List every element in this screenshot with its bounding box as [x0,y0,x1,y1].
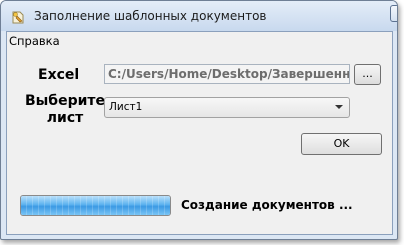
excel-label: Excel [38,67,80,83]
progress-stripes [21,196,170,215]
progress-bar [20,195,171,216]
menu-bar: Справка [7,32,392,50]
sheet-select-value: Лист1 [109,101,143,113]
menu-item-help[interactable]: Справка [9,34,60,48]
browse-button[interactable]: ... [354,64,381,85]
status-text: Создание документов ... [181,198,353,212]
main-window: Заполнение шаблонных документов Справка … [0,0,398,240]
title-bar[interactable]: Заполнение шаблонных документов [1,1,397,31]
sheet-label: Выберите лист [20,93,110,127]
minimize-button[interactable] [390,5,398,22]
sheet-select[interactable]: Лист1 [104,97,350,118]
client-area: Справка Excel C:/Users/Home/Desktop/Заве… [6,31,393,235]
excel-path-field[interactable]: C:/Users/Home/Desktop/Завершенные [104,64,350,84]
window-title: Заполнение шаблонных документов [34,9,267,23]
minimize-icon [391,6,398,21]
sheet-label-line1: Выберите [24,93,106,109]
chevron-down-icon [335,105,343,109]
sheet-label-line2: лист [46,110,84,126]
document-app-icon [12,11,24,24]
ok-button[interactable]: OK [301,133,382,155]
